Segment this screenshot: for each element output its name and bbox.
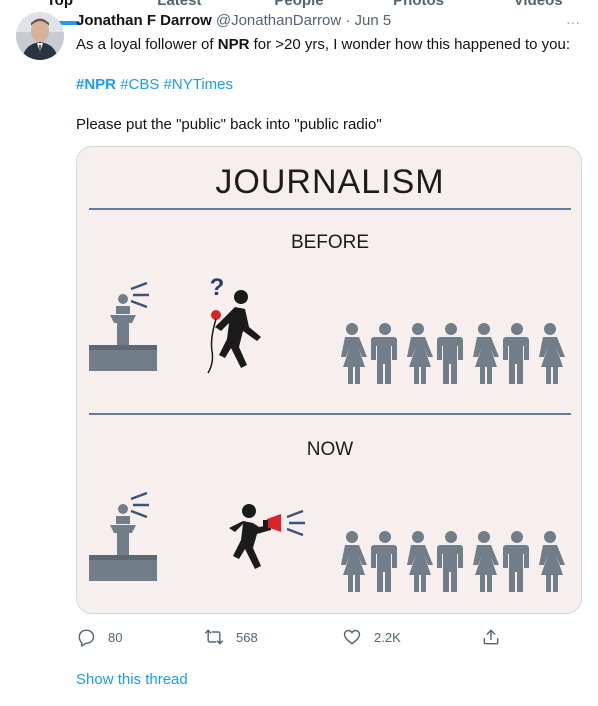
audience-figure (437, 531, 463, 592)
hashtag-cbs[interactable]: #CBS (120, 76, 159, 93)
share-button[interactable] (481, 624, 513, 650)
audience-figure (341, 531, 367, 592)
question-mark: ? (210, 274, 225, 301)
hashtags: #NPR #CBS #NYTimes (76, 75, 233, 95)
reporter-before-icon (207, 290, 261, 374)
avatar-photo (16, 12, 64, 60)
section-before-label: BEFORE (291, 232, 369, 253)
audience-figure (539, 323, 565, 384)
reply-count: 80 (108, 629, 123, 645)
hashtag-nytimes[interactable]: #NYTimes (164, 76, 233, 93)
audience-figure (341, 323, 367, 384)
tweet-text: As a loyal follower of NPR for >20 yrs, … (76, 36, 571, 53)
tweet-header: Jonathan F Darrow @JonathanDarrow · Jun 5 (76, 12, 391, 30)
audience-figure (407, 323, 433, 384)
audience-figure (371, 531, 397, 592)
retweet-button[interactable]: 568 (204, 624, 258, 650)
audience-figure (473, 531, 499, 592)
tweet-text-second-line: Please put the "public" back into "publi… (76, 116, 382, 133)
podium-before-icon (89, 294, 157, 371)
author-name[interactable]: Jonathan F Darrow (76, 12, 212, 29)
tweet-date[interactable]: · Jun 5 (345, 12, 391, 29)
voice-waves-now-icon (130, 491, 149, 519)
podium-now-icon (89, 504, 157, 581)
reporter-now-icon (229, 504, 281, 569)
hashtag-npr[interactable]: #NPR (76, 76, 116, 93)
share-icon (483, 629, 499, 645)
avatar[interactable] (16, 12, 64, 60)
audience-figure (503, 323, 529, 384)
tab-videos[interactable]: Videos (478, 0, 598, 24)
tweet-media-image[interactable]: JOURNALISM BEFORE ? NOW (76, 146, 582, 614)
heart-icon (343, 629, 361, 645)
section-now-label: NOW (307, 439, 354, 460)
audience-figure (539, 531, 565, 592)
retweet-count: 568 (236, 629, 258, 645)
show-thread-link[interactable]: Show this thread (76, 671, 188, 688)
like-count: 2.2K (374, 629, 401, 645)
image-title: JOURNALISM (215, 163, 444, 201)
reply-button[interactable]: 80 (76, 624, 122, 650)
megaphone-waves-icon (286, 509, 305, 537)
more-options-icon[interactable]: ··· (566, 14, 580, 30)
like-button[interactable]: 2.2K (342, 624, 401, 650)
audience-before (341, 323, 565, 384)
audience-figure (371, 323, 397, 384)
audience-figure (473, 323, 499, 384)
audience-now (341, 531, 565, 592)
voice-waves-before-icon (130, 281, 149, 309)
audience-figure (503, 531, 529, 592)
audience-figure (407, 531, 433, 592)
reply-icon (78, 629, 95, 647)
journalism-cartoon: JOURNALISM BEFORE ? NOW (89, 163, 571, 592)
audience-figure (437, 323, 463, 384)
retweet-icon (204, 629, 224, 645)
tweet-actions: 80 568 2.2K (76, 624, 516, 650)
author-handle[interactable]: @JonathanDarrow (216, 12, 341, 29)
